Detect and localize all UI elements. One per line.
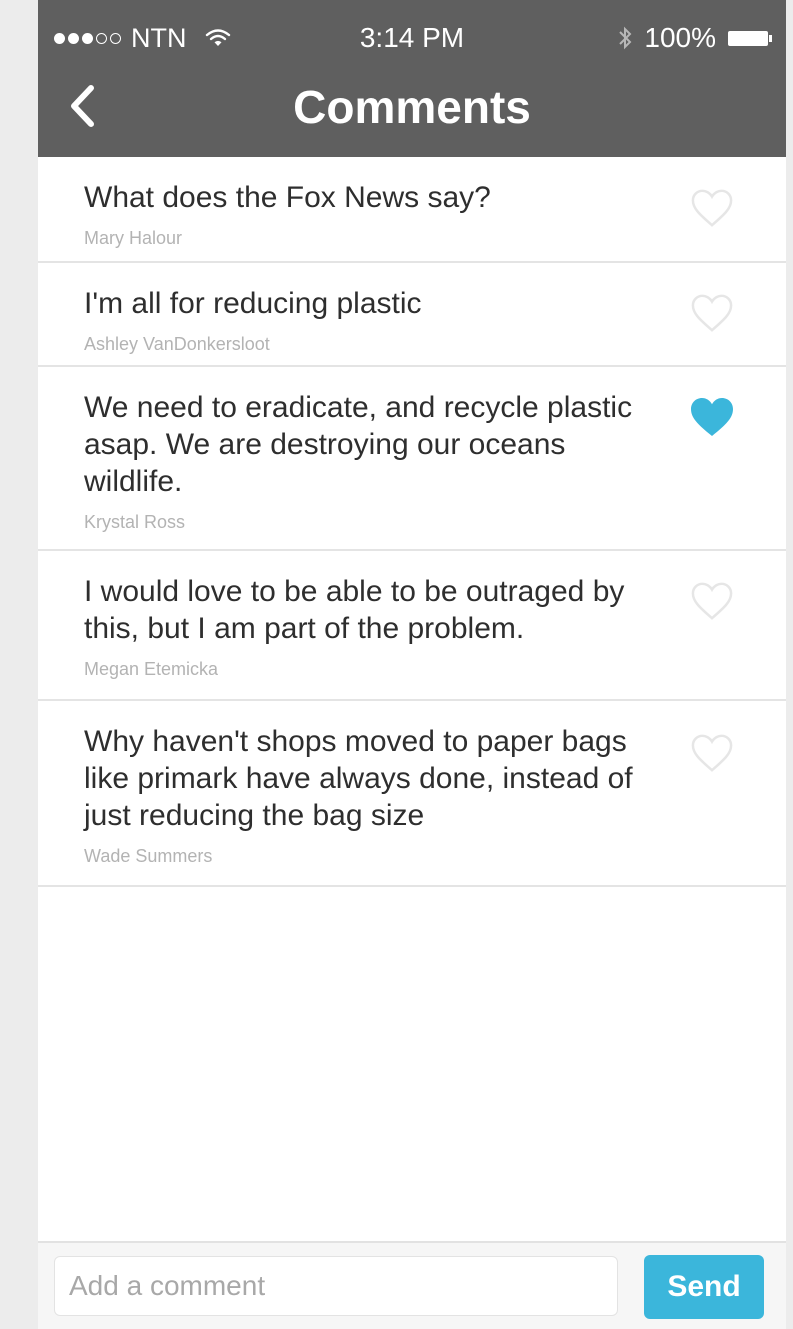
comment-author: Wade Summers — [84, 846, 213, 866]
heart-outline-icon — [691, 294, 733, 332]
status-right: 100% — [618, 18, 772, 58]
like-button[interactable] — [686, 184, 738, 232]
comment-author: Mary Halour — [84, 228, 183, 248]
comment-text: Why haven't shops moved to paper bags li… — [84, 725, 633, 832]
heart-filled-icon — [691, 398, 733, 436]
comment-input[interactable] — [54, 1256, 618, 1316]
heart-outline-icon — [691, 734, 733, 772]
comment-item: I'm all for reducing plastic Ashley VanD… — [38, 263, 786, 367]
heart-outline-icon — [691, 189, 733, 227]
header-bar: NTN 3:14 PM 100% Comments — [38, 0, 786, 157]
like-button[interactable] — [686, 393, 738, 441]
comment-list: What does the Fox News say? Mary Halour … — [38, 157, 786, 887]
comment-item: I would love to be able to be outraged b… — [38, 551, 786, 701]
status-bar: NTN 3:14 PM 100% — [38, 18, 786, 58]
comment-text: What does the Fox News say? — [84, 181, 491, 214]
heart-outline-icon — [691, 582, 733, 620]
comment-item: What does the Fox News say? Mary Halour — [38, 157, 786, 263]
battery-icon — [728, 30, 772, 46]
comment-text: We need to eradicate, and recycle plasti… — [84, 391, 633, 498]
bluetooth-icon — [618, 25, 632, 51]
send-button[interactable]: Send — [644, 1255, 764, 1319]
comment-item: Why haven't shops moved to paper bags li… — [38, 701, 786, 887]
like-button[interactable] — [686, 729, 738, 777]
comment-text: I'm all for reducing plastic — [84, 287, 422, 320]
like-button[interactable] — [686, 289, 738, 337]
page-title: Comments — [293, 81, 531, 133]
nav-bar: Comments — [38, 62, 786, 152]
battery-percent: 100% — [644, 22, 716, 53]
comment-author: Krystal Ross — [84, 512, 186, 532]
comment-author: Megan Etemicka — [84, 659, 219, 679]
comment-item: We need to eradicate, and recycle plasti… — [38, 367, 786, 551]
phone-screen: NTN 3:14 PM 100% Comments What does the … — [38, 0, 786, 1329]
comment-composer: Send — [38, 1241, 786, 1329]
like-button[interactable] — [686, 577, 738, 625]
comment-text: I would love to be able to be outraged b… — [84, 575, 625, 645]
